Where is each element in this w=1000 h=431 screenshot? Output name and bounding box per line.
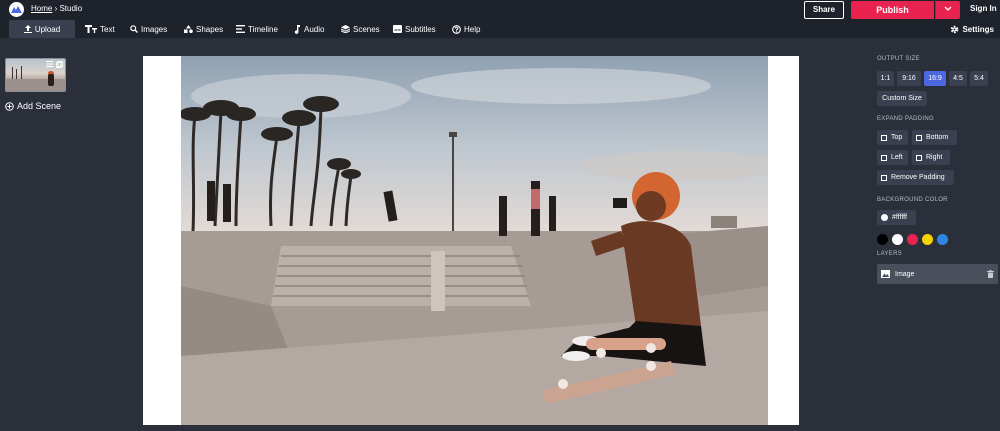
editor-toolbar: Upload Text Images Shapes Timeline Audio…: [0, 20, 1000, 38]
add-scene-label: Add Scene: [17, 101, 62, 111]
layers-heading: LAYERS: [877, 251, 903, 257]
trash-icon[interactable]: [987, 270, 994, 278]
toolbar-help[interactable]: Help: [452, 20, 480, 38]
padding-top-checkbox[interactable]: Top: [877, 130, 908, 145]
upload-icon: [23, 25, 32, 33]
publish-options-button[interactable]: [935, 1, 960, 19]
swatch-white[interactable]: [892, 234, 903, 245]
background-color-picker[interactable]: #ffffff: [877, 210, 916, 225]
breadcrumb-home-link[interactable]: Home: [31, 4, 52, 13]
chevron-down-icon: [944, 6, 952, 11]
subtitles-icon: [393, 25, 402, 33]
swatch-red[interactable]: [907, 234, 918, 245]
sign-in-link[interactable]: Sign In: [970, 4, 997, 13]
toolbar-help-label: Help: [464, 24, 481, 34]
checkbox-icon: [881, 154, 887, 161]
toolbar-audio[interactable]: Audio: [294, 20, 324, 38]
expand-padding-heading: EXPAND PADDING: [877, 116, 934, 122]
toolbar-timeline-label: Timeline: [248, 24, 278, 34]
size-option-1-1[interactable]: 1:1: [877, 71, 894, 86]
breadcrumb-current: Studio: [59, 4, 83, 13]
swatch-yellow[interactable]: [922, 234, 933, 245]
remove-padding-label: Remove Padding: [891, 174, 945, 181]
settings-label: Settings: [962, 24, 994, 34]
gear-icon: [951, 25, 959, 33]
canvas-image-layer[interactable]: [181, 56, 768, 425]
image-icon: [881, 270, 890, 278]
thumb-figure: [48, 74, 54, 86]
toolbar-scenes-label: Scenes: [353, 24, 380, 34]
padding-bottom-label: Bottom: [926, 134, 949, 141]
share-button[interactable]: Share: [804, 1, 844, 19]
text-icon: [85, 25, 97, 33]
publish-button[interactable]: Publish: [851, 1, 934, 19]
swatch-black[interactable]: [877, 234, 888, 245]
background-color-heading: BACKGROUND COLOR: [877, 197, 948, 203]
toolbar-shapes[interactable]: Shapes: [184, 20, 223, 38]
menu-icon[interactable]: [46, 61, 53, 67]
search-icon: [130, 25, 138, 33]
duplicate-icon[interactable]: [56, 61, 63, 68]
padding-left-label: Left: [891, 154, 903, 161]
toolbar-text[interactable]: Text: [85, 20, 115, 38]
music-note-icon: [294, 24, 300, 34]
layers-icon: [341, 25, 350, 33]
toolbar-text-label: Text: [100, 24, 115, 34]
checkbox-icon: [881, 134, 887, 141]
toolbar-subtitles-label: Subtitles: [405, 24, 436, 34]
scene-thumbnail-actions: [46, 61, 63, 68]
output-size-heading: OUTPUT SIZE: [877, 56, 920, 62]
swatch-blue[interactable]: [937, 234, 948, 245]
breadcrumb: Home › Studio: [31, 4, 82, 13]
padding-left-checkbox[interactable]: Left: [877, 150, 908, 165]
layer-name: Image: [895, 270, 915, 278]
padding-right-label: Right: [926, 154, 943, 161]
top-bar: Home › Studio Share Publish Sign In: [0, 0, 1000, 20]
settings-button[interactable]: Settings: [950, 20, 994, 38]
add-scene-button[interactable]: Add Scene: [5, 101, 61, 111]
checkbox-icon: [916, 154, 922, 161]
padding-top-label: Top: [891, 134, 903, 141]
toolbar-shapes-label: Shapes: [196, 24, 224, 34]
canvas-stage[interactable]: [143, 56, 799, 425]
toolbar-subtitles[interactable]: Subtitles: [393, 20, 436, 38]
timeline-icon: [236, 25, 245, 33]
toolbar-audio-label: Audio: [304, 24, 325, 34]
padding-bottom-checkbox[interactable]: Bottom: [912, 130, 957, 145]
color-dot-icon: [881, 214, 888, 221]
remove-padding-button[interactable]: Remove Padding: [877, 170, 954, 185]
size-option-9-16[interactable]: 9:16: [897, 71, 921, 86]
app-logo-icon[interactable]: [9, 2, 24, 17]
plus-circle-icon: [5, 101, 14, 111]
toolbar-scenes[interactable]: Scenes: [341, 20, 380, 38]
properties-panel: OUTPUT SIZE 1:1 9:16 16:9 4:5 5:4 Custom…: [869, 38, 1000, 431]
toolbar-images[interactable]: Images: [130, 20, 167, 38]
toolbar-upload-label: Upload: [34, 24, 61, 34]
checkbox-icon: [916, 134, 922, 141]
toolbar-timeline[interactable]: Timeline: [236, 20, 278, 38]
scenes-panel: Add Scene: [0, 38, 124, 431]
background-color-value: #ffffff: [892, 214, 907, 221]
checkbox-icon: [881, 174, 887, 181]
help-icon: [452, 24, 461, 34]
shapes-icon: [184, 25, 193, 33]
skatepark-photo: [181, 68, 768, 425]
size-option-4-5[interactable]: 4:5: [949, 71, 967, 86]
padding-right-checkbox[interactable]: Right: [912, 150, 950, 165]
layer-item-image[interactable]: Image: [877, 264, 998, 284]
toolbar-upload[interactable]: Upload: [9, 20, 75, 38]
custom-size-button[interactable]: Custom Size: [877, 91, 927, 106]
scene-thumbnail[interactable]: [5, 58, 66, 92]
size-option-5-4[interactable]: 5:4: [970, 71, 988, 86]
toolbar-images-label: Images: [141, 24, 168, 34]
size-option-16-9[interactable]: 16:9: [924, 71, 946, 86]
thumb-ground: [6, 79, 65, 91]
